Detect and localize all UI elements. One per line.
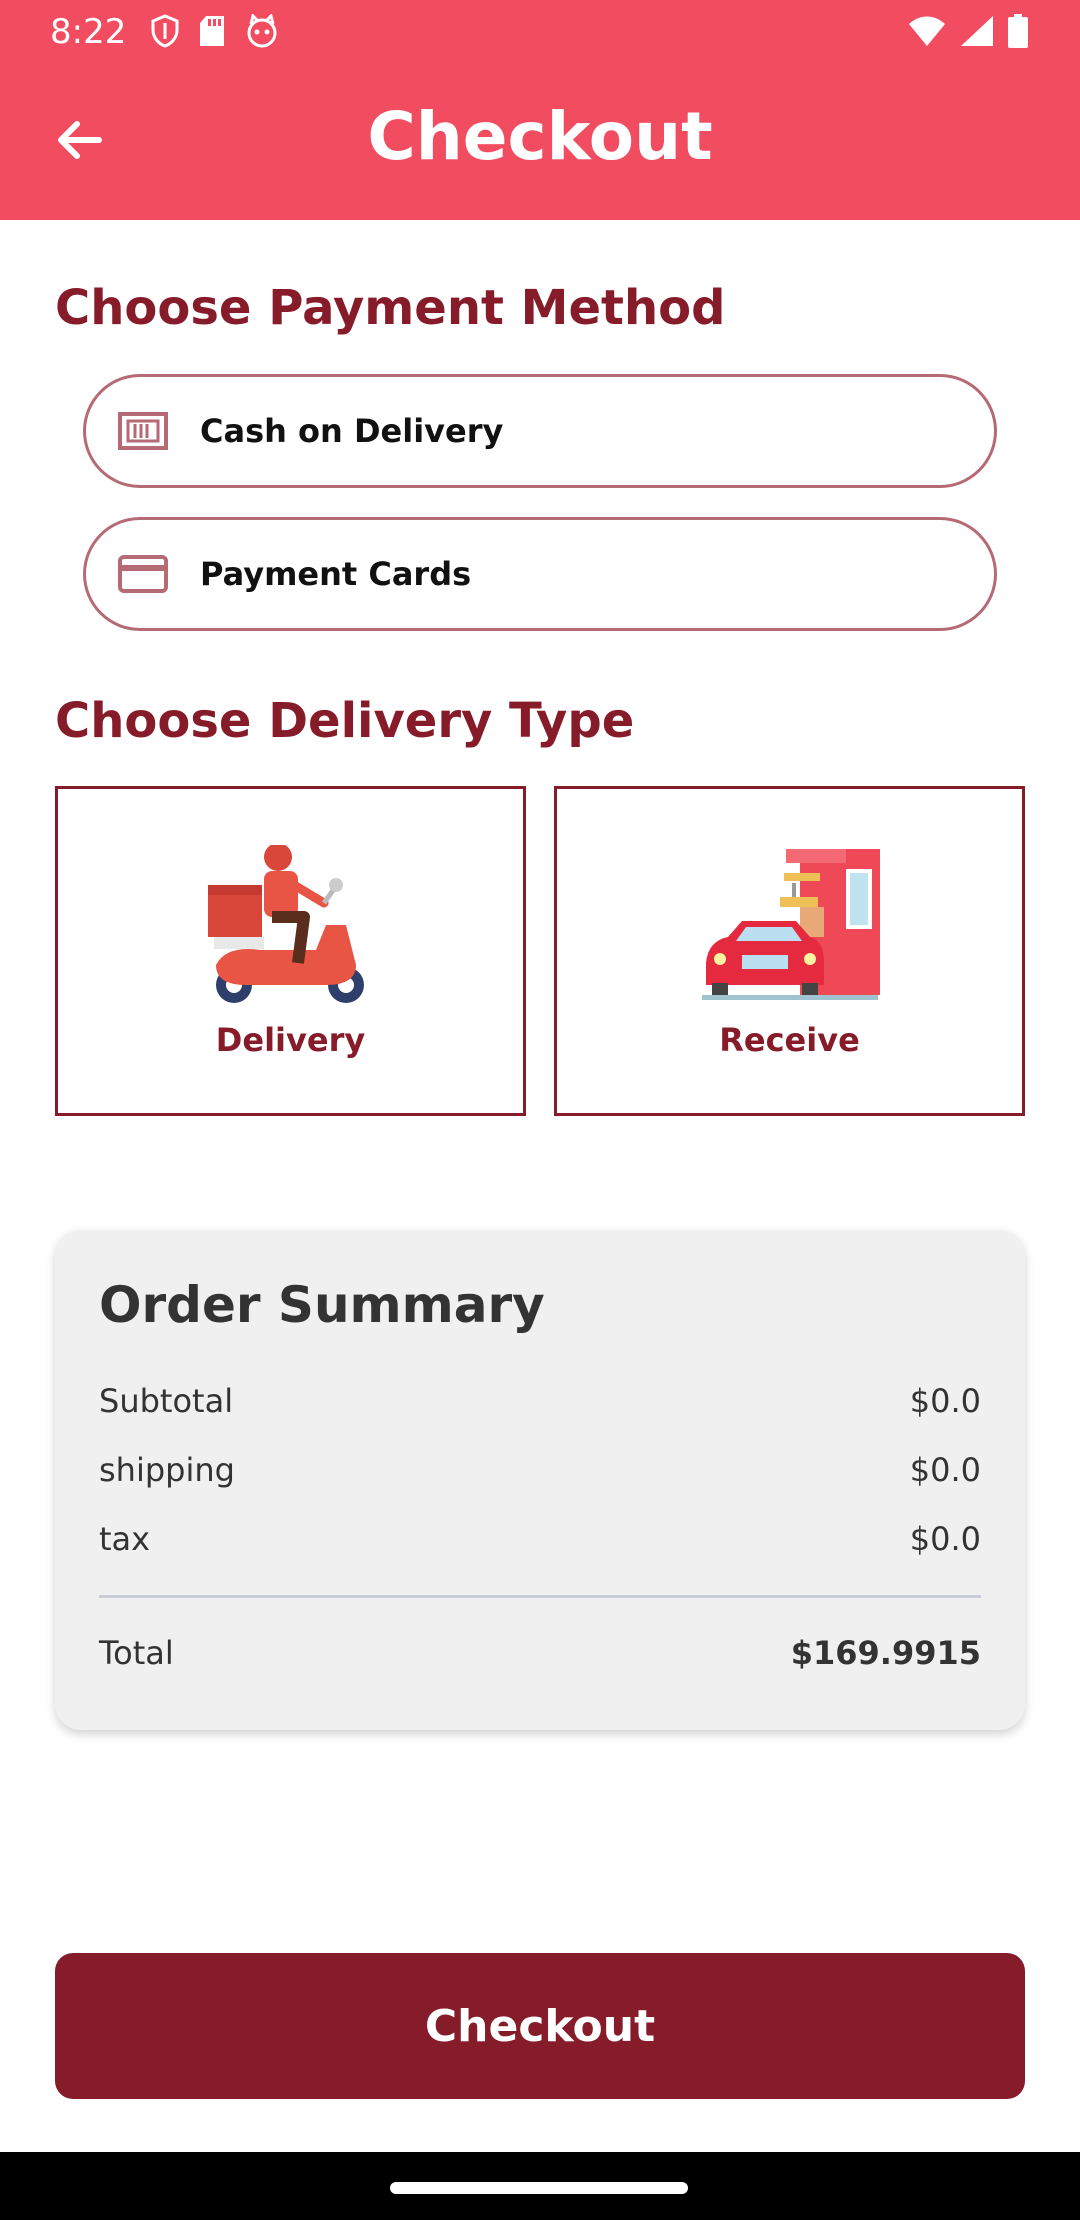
total-value: $169.9915	[790, 1634, 981, 1672]
scooter-courier-icon	[58, 845, 523, 1015]
delivery-type-title: Choose Delivery Type	[55, 693, 635, 749]
system-nav-bar	[0, 2152, 1080, 2220]
credit-card-icon	[118, 552, 174, 596]
payment-cards-option[interactable]: Payment Cards	[83, 517, 997, 631]
cash-icon	[118, 409, 174, 453]
payment-cards-label: Payment Cards	[200, 555, 472, 593]
status-time: 8:22	[50, 12, 127, 52]
checkout-button[interactable]: Checkout	[55, 1953, 1025, 2099]
delivery-option-label: Delivery	[215, 1021, 366, 1059]
cash-on-delivery-option[interactable]: Cash on Delivery	[83, 374, 997, 488]
receive-option-label: Receive	[719, 1021, 860, 1059]
status-left-icons	[150, 13, 280, 52]
shipping-value: $0.0	[909, 1451, 981, 1489]
signal-icon	[960, 15, 994, 51]
subtotal-value: $0.0	[909, 1382, 981, 1420]
tax-label: tax	[99, 1520, 151, 1558]
drive-thru-icon	[557, 845, 1022, 1005]
wifi-icon	[908, 15, 946, 51]
order-summary-card: Order Summary Subtotal $0.0 shipping $0.…	[55, 1230, 1025, 1730]
shield-icon	[150, 14, 180, 52]
receive-option-card[interactable]: Receive	[554, 786, 1025, 1116]
total-label: Total	[99, 1634, 174, 1672]
status-bar: 8:22	[0, 0, 1080, 66]
status-right-icons	[908, 14, 1028, 52]
tax-value: $0.0	[909, 1520, 981, 1558]
app-header: 8:22 Checkout	[0, 0, 1080, 220]
battery-icon	[1008, 14, 1028, 52]
summary-divider	[99, 1595, 981, 1598]
page-title: Checkout	[367, 98, 713, 175]
home-gesture-handle[interactable]	[390, 2182, 688, 2194]
cash-on-delivery-label: Cash on Delivery	[200, 412, 504, 450]
shipping-label: shipping	[99, 1451, 235, 1489]
subtotal-label: Subtotal	[99, 1382, 234, 1420]
tax-row: tax $0.0	[99, 1520, 981, 1558]
total-row: Total $169.9915	[99, 1634, 981, 1672]
payment-method-title: Choose Payment Method	[55, 280, 726, 336]
cat-face-icon	[244, 13, 280, 52]
subtotal-row: Subtotal $0.0	[99, 1382, 981, 1420]
order-summary-title: Order Summary	[99, 1276, 545, 1334]
sd-card-icon	[198, 14, 226, 52]
shipping-row: shipping $0.0	[99, 1451, 981, 1489]
delivery-option-card[interactable]: Delivery	[55, 786, 526, 1116]
